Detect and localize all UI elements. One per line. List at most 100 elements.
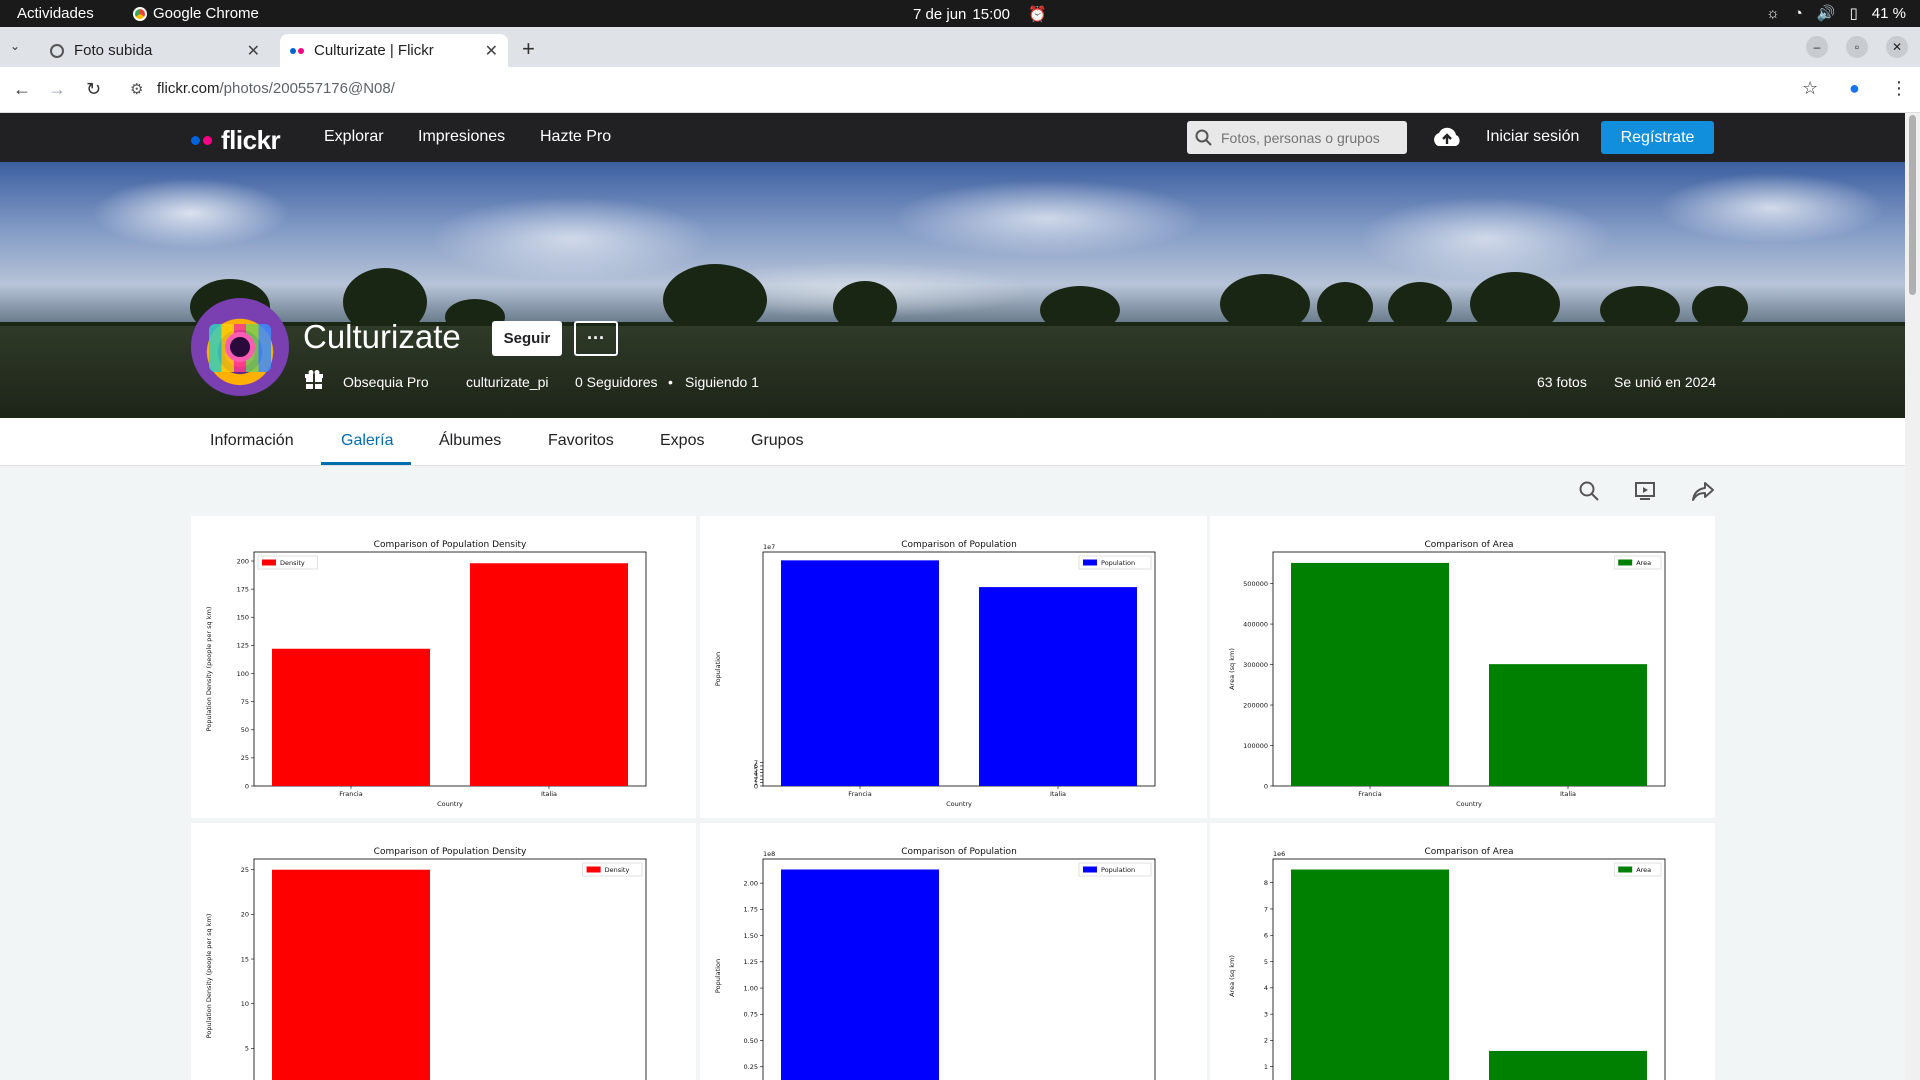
search-icon[interactable] [1578, 480, 1600, 502]
tab-grupos[interactable]: Grupos [751, 432, 803, 450]
gift-icon[interactable] [305, 370, 323, 390]
legend-label: Population [1101, 559, 1135, 567]
legend: Area [1613, 555, 1662, 570]
tab-albumes[interactable]: Álbumes [439, 432, 501, 450]
legend: Area [1613, 862, 1662, 877]
register-button[interactable]: Regístrate [1601, 121, 1714, 154]
photo-card[interactable]: Comparison of Area1e6012345678Area (sq k… [1210, 823, 1715, 1080]
gift-pro-link[interactable]: Obsequia Pro [343, 374, 429, 390]
nav-explorar[interactable]: Explorar [324, 128, 384, 146]
site-info-icon[interactable]: ⚙ [130, 80, 143, 98]
legend: Density [582, 862, 643, 877]
more-options-button[interactable]: ··· [574, 321, 618, 356]
flickr-header: flickr Explorar Impresiones Hazte Pro In… [0, 113, 1905, 162]
photo-count: 63 fotos [1537, 374, 1587, 390]
nav-impresiones[interactable]: Impresiones [418, 128, 505, 146]
x-tick-label: Francia [339, 790, 362, 798]
logo-text: flickr [221, 125, 281, 155]
y-tick-label: 1 [1264, 1063, 1268, 1071]
joined-date: Se unió en 2024 [1614, 374, 1716, 390]
time-text: 15:00 [972, 5, 1010, 23]
y-tick-label: 7 [1264, 905, 1268, 913]
flickr-logo[interactable]: flickr [191, 125, 281, 156]
minimize-icon[interactable]: – [1806, 36, 1828, 58]
login-link[interactable]: Iniciar sesión [1486, 128, 1579, 146]
photo-card[interactable]: Comparison of Population1e800.250.500.75… [700, 823, 1207, 1080]
chart-title: Comparison of Population [901, 540, 1017, 550]
chart-title: Comparison of Area [1425, 540, 1514, 550]
tab-foto-subida[interactable]: Foto subida ✕ [40, 34, 270, 67]
y-axis-label: Population Density (people per sq km) [205, 914, 213, 1039]
system-tray[interactable]: ☼ ◔ 🔊 ▯ 41 % [1766, 4, 1906, 23]
close-tab-icon[interactable]: ✕ [485, 41, 498, 61]
close-tab-icon[interactable]: ✕ [247, 41, 260, 61]
scale-label: 1e6 [1273, 850, 1285, 858]
bar-chart: Comparison of Area1e6012345678Area (sq k… [1228, 847, 1666, 1080]
tab-expos[interactable]: Expos [660, 432, 704, 450]
search-box[interactable] [1187, 121, 1407, 154]
y-tick-label: 8 [1264, 879, 1268, 887]
tab-search-icon[interactable]: ⌄ [10, 39, 20, 53]
maximize-icon[interactable]: ▫ [1846, 36, 1868, 58]
x-tick-label: Francia [1358, 790, 1381, 798]
browser-toolbar: ← → ↻ ⚙ flickr.com/photos/200557176@N08/… [0, 67, 1920, 113]
photo-card[interactable]: Comparison of Population 1e7 0 1 2 3 4 5 6 7 Popul… [700, 516, 1207, 818]
bar [781, 869, 939, 1080]
share-icon[interactable] [1691, 480, 1715, 502]
page-scrollbar[interactable] [1905, 113, 1920, 1080]
tab-flickr[interactable]: Culturizate | Flickr ✕ [280, 34, 508, 67]
alarm-icon: ⏰ [1027, 6, 1047, 23]
tab-favoritos[interactable]: Favoritos [548, 432, 614, 450]
y-tick-label: 25 [241, 754, 249, 762]
bar-chart: Comparison of Population1e701234567Popul… [714, 540, 1156, 808]
photo-card[interactable]: Comparison of Area 0 100000 200000 300000 400… [1210, 516, 1715, 818]
tab-galeria[interactable]: Galería [341, 432, 393, 450]
y-tick-label: 0.50 [744, 1037, 758, 1045]
search-icon [1195, 129, 1212, 146]
activities-button[interactable]: Actividades [17, 5, 94, 22]
clock[interactable]: 7 de jun 15:00 ⏰ [913, 5, 1047, 24]
following-link[interactable]: Siguiendo 1 [685, 374, 759, 390]
app-menu[interactable]: Google Chrome [133, 5, 259, 22]
new-tab-icon[interactable]: + [522, 36, 535, 62]
y-tick-label: 1.75 [744, 906, 758, 914]
y-tick-label: 5 [1264, 958, 1268, 966]
reload-icon[interactable]: ↻ [86, 79, 101, 100]
follow-button[interactable]: Seguir [492, 321, 562, 356]
tab-strip: ⌄ Foto subida ✕ Culturizate | Flickr ✕ +… [0, 27, 1920, 67]
photo-card[interactable]: Comparison of Population Density05101520… [191, 823, 696, 1080]
bookmark-star-icon[interactable]: ☆ [1802, 78, 1818, 99]
cover-trees [0, 264, 1905, 332]
avatar[interactable] [191, 298, 289, 396]
y-tick-label: 200 [237, 557, 249, 565]
y-tick-label: 50 [241, 726, 249, 734]
scale-label: 1e8 [763, 850, 775, 858]
address-bar[interactable]: flickr.com/photos/200557176@N08/ [157, 80, 395, 97]
y-tick-label: 1.50 [744, 932, 758, 940]
forward-icon[interactable]: → [48, 79, 66, 100]
y-tick-label: 500000 [1243, 580, 1268, 588]
nav-hazte-pro[interactable]: Hazte Pro [540, 128, 611, 146]
x-axis-label: Country [1456, 800, 1482, 808]
photo-card[interactable]: Comparison of Population Density 0 25 50 75 1… [191, 516, 696, 818]
upload-cloud-icon[interactable] [1430, 124, 1464, 150]
chrome-menu-icon[interactable]: ⋮ [1890, 78, 1908, 99]
profile-icon[interactable]: ● [1849, 78, 1860, 99]
y-tick-label: 4 [1264, 984, 1268, 992]
close-window-icon[interactable]: ✕ [1886, 36, 1908, 58]
y-tick-label: 100 [237, 670, 249, 678]
scrollbar-thumb[interactable] [1909, 115, 1916, 295]
search-input[interactable] [1221, 129, 1391, 146]
x-tick-label: Italia [1560, 790, 1576, 798]
slideshow-icon[interactable] [1634, 480, 1656, 502]
back-icon[interactable]: ← [13, 79, 31, 100]
y-tick-label: 300000 [1243, 661, 1268, 669]
followers-link[interactable]: 0 Seguidores [575, 374, 658, 390]
bar-chart: Comparison of Area 0 100000 200000 300000 400… [1228, 540, 1666, 808]
y-tick-label: 20 [241, 911, 249, 919]
legend: Density [257, 555, 318, 570]
bar-chart: Comparison of Population Density 0 25 50 75 1… [205, 540, 647, 808]
tab-informacion[interactable]: Información [210, 432, 294, 450]
logo-pink-dot [203, 136, 212, 145]
legend-swatch [1618, 866, 1633, 873]
